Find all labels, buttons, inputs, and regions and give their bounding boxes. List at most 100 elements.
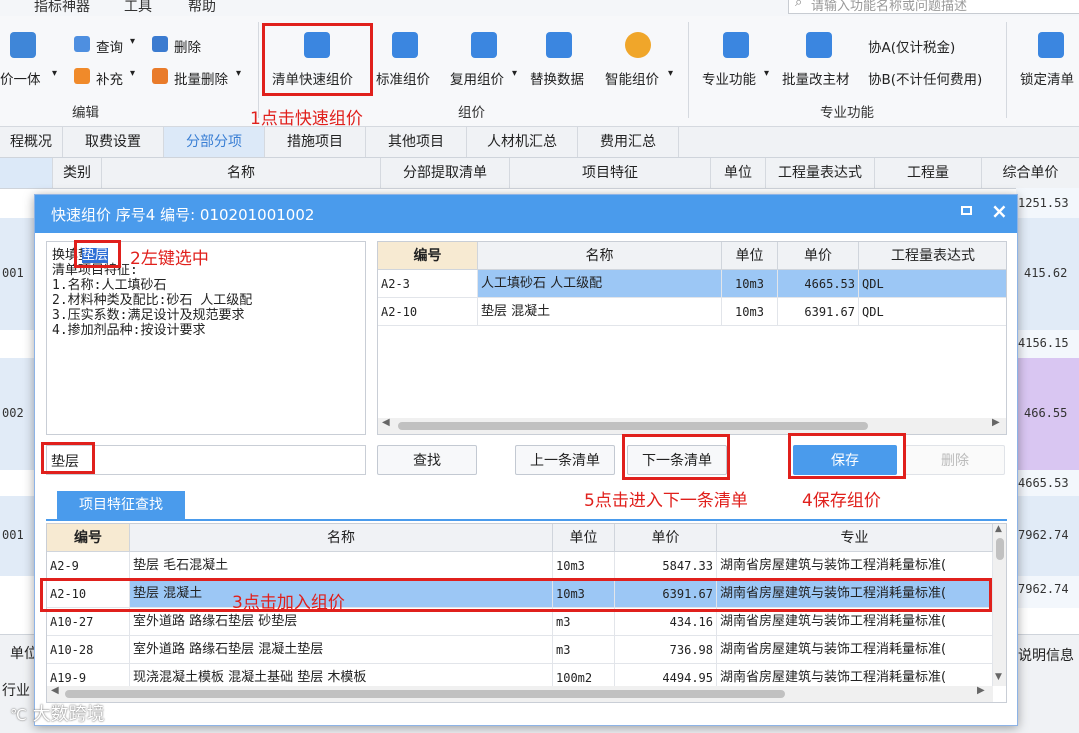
delete-icon bbox=[152, 36, 168, 52]
cell-unit[interactable]: m3 bbox=[553, 608, 615, 636]
cell-qty-expr[interactable]: QDL bbox=[859, 270, 1006, 298]
smart-compose-button[interactable]: 智能组价 bbox=[605, 68, 659, 88]
assoc-a-button[interactable]: 协A(仅计税金) bbox=[868, 36, 955, 56]
cell-code[interactable]: A10-27 bbox=[47, 608, 130, 636]
spec-text-panel[interactable]: 换填垫层 清单项目特征: 1.名称:人工填砂石 2.材料种类及配比:砂石 人工级… bbox=[46, 241, 366, 435]
menu-bar: 指标神器 工具 帮助 ⌕ 请输入功能名称或问题描述 bbox=[0, 0, 1079, 16]
tab-subdivision[interactable]: 分部分项 bbox=[164, 127, 265, 157]
supplement-button[interactable]: 补充 bbox=[96, 68, 123, 88]
previous-list-button[interactable]: 上一条清单 bbox=[515, 445, 615, 475]
find-button[interactable]: 查找 bbox=[377, 445, 477, 475]
function-search-input[interactable]: ⌕ 请输入功能名称或问题描述 bbox=[788, 0, 1079, 14]
th-price: 单价 bbox=[778, 242, 859, 270]
th-qty-expr: 工程量表达式 bbox=[859, 242, 1006, 270]
cell-code[interactable]: A2-3 bbox=[378, 270, 478, 298]
th-name: 名称 bbox=[478, 242, 722, 270]
price-integration-icon bbox=[10, 32, 36, 58]
close-icon[interactable]: × bbox=[991, 199, 1008, 223]
tab-labor-material-summary[interactable]: 人材机汇总 bbox=[467, 127, 578, 157]
tab-measures[interactable]: 措施项目 bbox=[265, 127, 366, 157]
tab-other-items[interactable]: 其他项目 bbox=[366, 127, 467, 157]
supplement-icon bbox=[74, 68, 90, 84]
maximize-icon[interactable] bbox=[961, 206, 972, 215]
batch-delete-button[interactable]: 批量删除 bbox=[174, 68, 228, 88]
cell-specialty[interactable]: 湖南省房屋建筑与装饰工程消耗量标准( bbox=[717, 552, 993, 580]
cell-unit[interactable]: 10m3 bbox=[722, 298, 778, 326]
annotation-box-save bbox=[788, 433, 906, 479]
cell-price[interactable]: 736.98 bbox=[615, 636, 717, 664]
cell-name[interactable]: 垫层 毛石混凝土 bbox=[130, 552, 553, 580]
tab-project-overview[interactable]: 程概况 bbox=[0, 127, 63, 157]
tab-fee-settings[interactable]: 取费设置 bbox=[63, 127, 164, 157]
cell-code[interactable]: A10-28 bbox=[47, 636, 130, 664]
cell-specialty[interactable]: 湖南省房屋建筑与装饰工程消耗量标准( bbox=[717, 608, 993, 636]
pro-group-label: 专业功能 bbox=[820, 105, 874, 121]
annotation-step-1: 1点击快速组价 bbox=[250, 109, 363, 129]
cell-price[interactable]: 434.16 bbox=[615, 608, 717, 636]
menu-item-indicator[interactable]: 指标神器 bbox=[34, 0, 90, 16]
menu-item-tools[interactable]: 工具 bbox=[124, 0, 152, 16]
menu-item-help[interactable]: 帮助 bbox=[188, 0, 216, 16]
standard-compose-button[interactable]: 标准组价 bbox=[376, 68, 430, 88]
compose-group-label: 组价 bbox=[458, 105, 485, 121]
standard-compose-icon bbox=[392, 32, 418, 58]
cell-name[interactable]: 垫层 混凝土 bbox=[478, 298, 722, 326]
th-code: 编号 bbox=[47, 524, 130, 552]
replace-data-icon bbox=[546, 32, 572, 58]
watermark-logo: ℃ 大数跨境 bbox=[10, 700, 105, 726]
assoc-b-button[interactable]: 协B(不计任何费用) bbox=[868, 68, 982, 88]
col-unit: 单位 bbox=[711, 158, 766, 188]
special-function-button[interactable]: 专业功能 bbox=[702, 68, 756, 88]
batch-material-icon bbox=[806, 32, 832, 58]
cell-unit[interactable]: m3 bbox=[553, 636, 615, 664]
edit-group-label: 编辑 bbox=[72, 105, 99, 121]
replace-data-button[interactable]: 替换数据 bbox=[530, 68, 584, 88]
spec-line: 1.名称:人工填砂石 bbox=[52, 278, 167, 293]
cell-name[interactable]: 人工填砂石 人工级配 bbox=[478, 270, 722, 298]
cell-price[interactable]: 4665.53 bbox=[778, 270, 859, 298]
cell-code[interactable]: A2-9 bbox=[47, 552, 130, 580]
th-unit: 单位 bbox=[722, 242, 778, 270]
delete-button[interactable]: 删除 bbox=[905, 445, 1005, 475]
annotation-box-quick-compose bbox=[262, 23, 373, 96]
tab-spec-search[interactable]: 项目特征查找 bbox=[57, 491, 185, 519]
bottom-tab-industry[interactable]: 行业 bbox=[2, 680, 30, 700]
cell-code[interactable]: A2-10 bbox=[378, 298, 478, 326]
annotation-step-4: 4保存组价 bbox=[802, 491, 881, 511]
vertical-scrollbar[interactable]: ▲ ▼ bbox=[993, 524, 1006, 686]
ribbon-toolbar: 价一体 ▾ 查询 ▾ 删除 补充 ▾ 批量删除 ▾ 编辑 清单快速组价 标准组价… bbox=[0, 16, 1079, 127]
row-code: 001 bbox=[2, 266, 24, 280]
cell-price[interactable]: 6391.67 bbox=[778, 298, 859, 326]
horizontal-scrollbar[interactable]: ◀ ▶ bbox=[378, 417, 1006, 434]
cell-specialty[interactable]: 湖南省房屋建筑与装饰工程消耗量标准( bbox=[717, 636, 993, 664]
annotation-box-next bbox=[622, 434, 730, 480]
cell-price[interactable]: 5847.33 bbox=[615, 552, 717, 580]
cell-name[interactable]: 室外道路 路缘石垫层 混凝土垫层 bbox=[130, 636, 553, 664]
bottom-tab-description[interactable]: 说明信息 bbox=[1018, 645, 1074, 665]
query-button[interactable]: 查询 bbox=[96, 36, 123, 56]
cell-unit[interactable]: 10m3 bbox=[553, 552, 615, 580]
annotation-box-add-row bbox=[40, 578, 992, 612]
th-code: 编号 bbox=[378, 242, 478, 270]
tab-cost-summary[interactable]: 费用汇总 bbox=[578, 127, 679, 157]
th-name: 名称 bbox=[130, 524, 553, 552]
delete-button[interactable]: 删除 bbox=[174, 36, 201, 56]
lock-list-button[interactable]: 锁定清单 bbox=[1020, 68, 1074, 88]
col-name: 名称 bbox=[102, 158, 381, 188]
horizontal-scrollbar[interactable]: ◀ ▶ bbox=[47, 685, 993, 702]
reuse-compose-button[interactable]: 复用组价 bbox=[450, 68, 504, 88]
th-price: 单价 bbox=[615, 524, 717, 552]
price-integration-button[interactable]: 价一体 bbox=[0, 68, 41, 88]
batch-material-button[interactable]: 批量改主材 bbox=[782, 68, 850, 88]
annotation-step-5: 5点击进入下一条清单 bbox=[584, 491, 748, 511]
cell-qty-expr[interactable]: QDL bbox=[859, 298, 1006, 326]
th-unit: 单位 bbox=[553, 524, 615, 552]
dialog-title-bar: 快速组价 序号4 编号: 010201001002 × bbox=[35, 195, 1017, 233]
price-cell: 7962.74 bbox=[1018, 582, 1069, 596]
query-icon bbox=[74, 36, 90, 52]
batch-delete-icon bbox=[152, 68, 168, 84]
annotation-step-2: 2左键选中 bbox=[130, 249, 209, 269]
cell-unit[interactable]: 10m3 bbox=[722, 270, 778, 298]
price-cell: 4156.15 bbox=[1018, 336, 1069, 350]
watermark-icon: ℃ bbox=[10, 706, 27, 724]
